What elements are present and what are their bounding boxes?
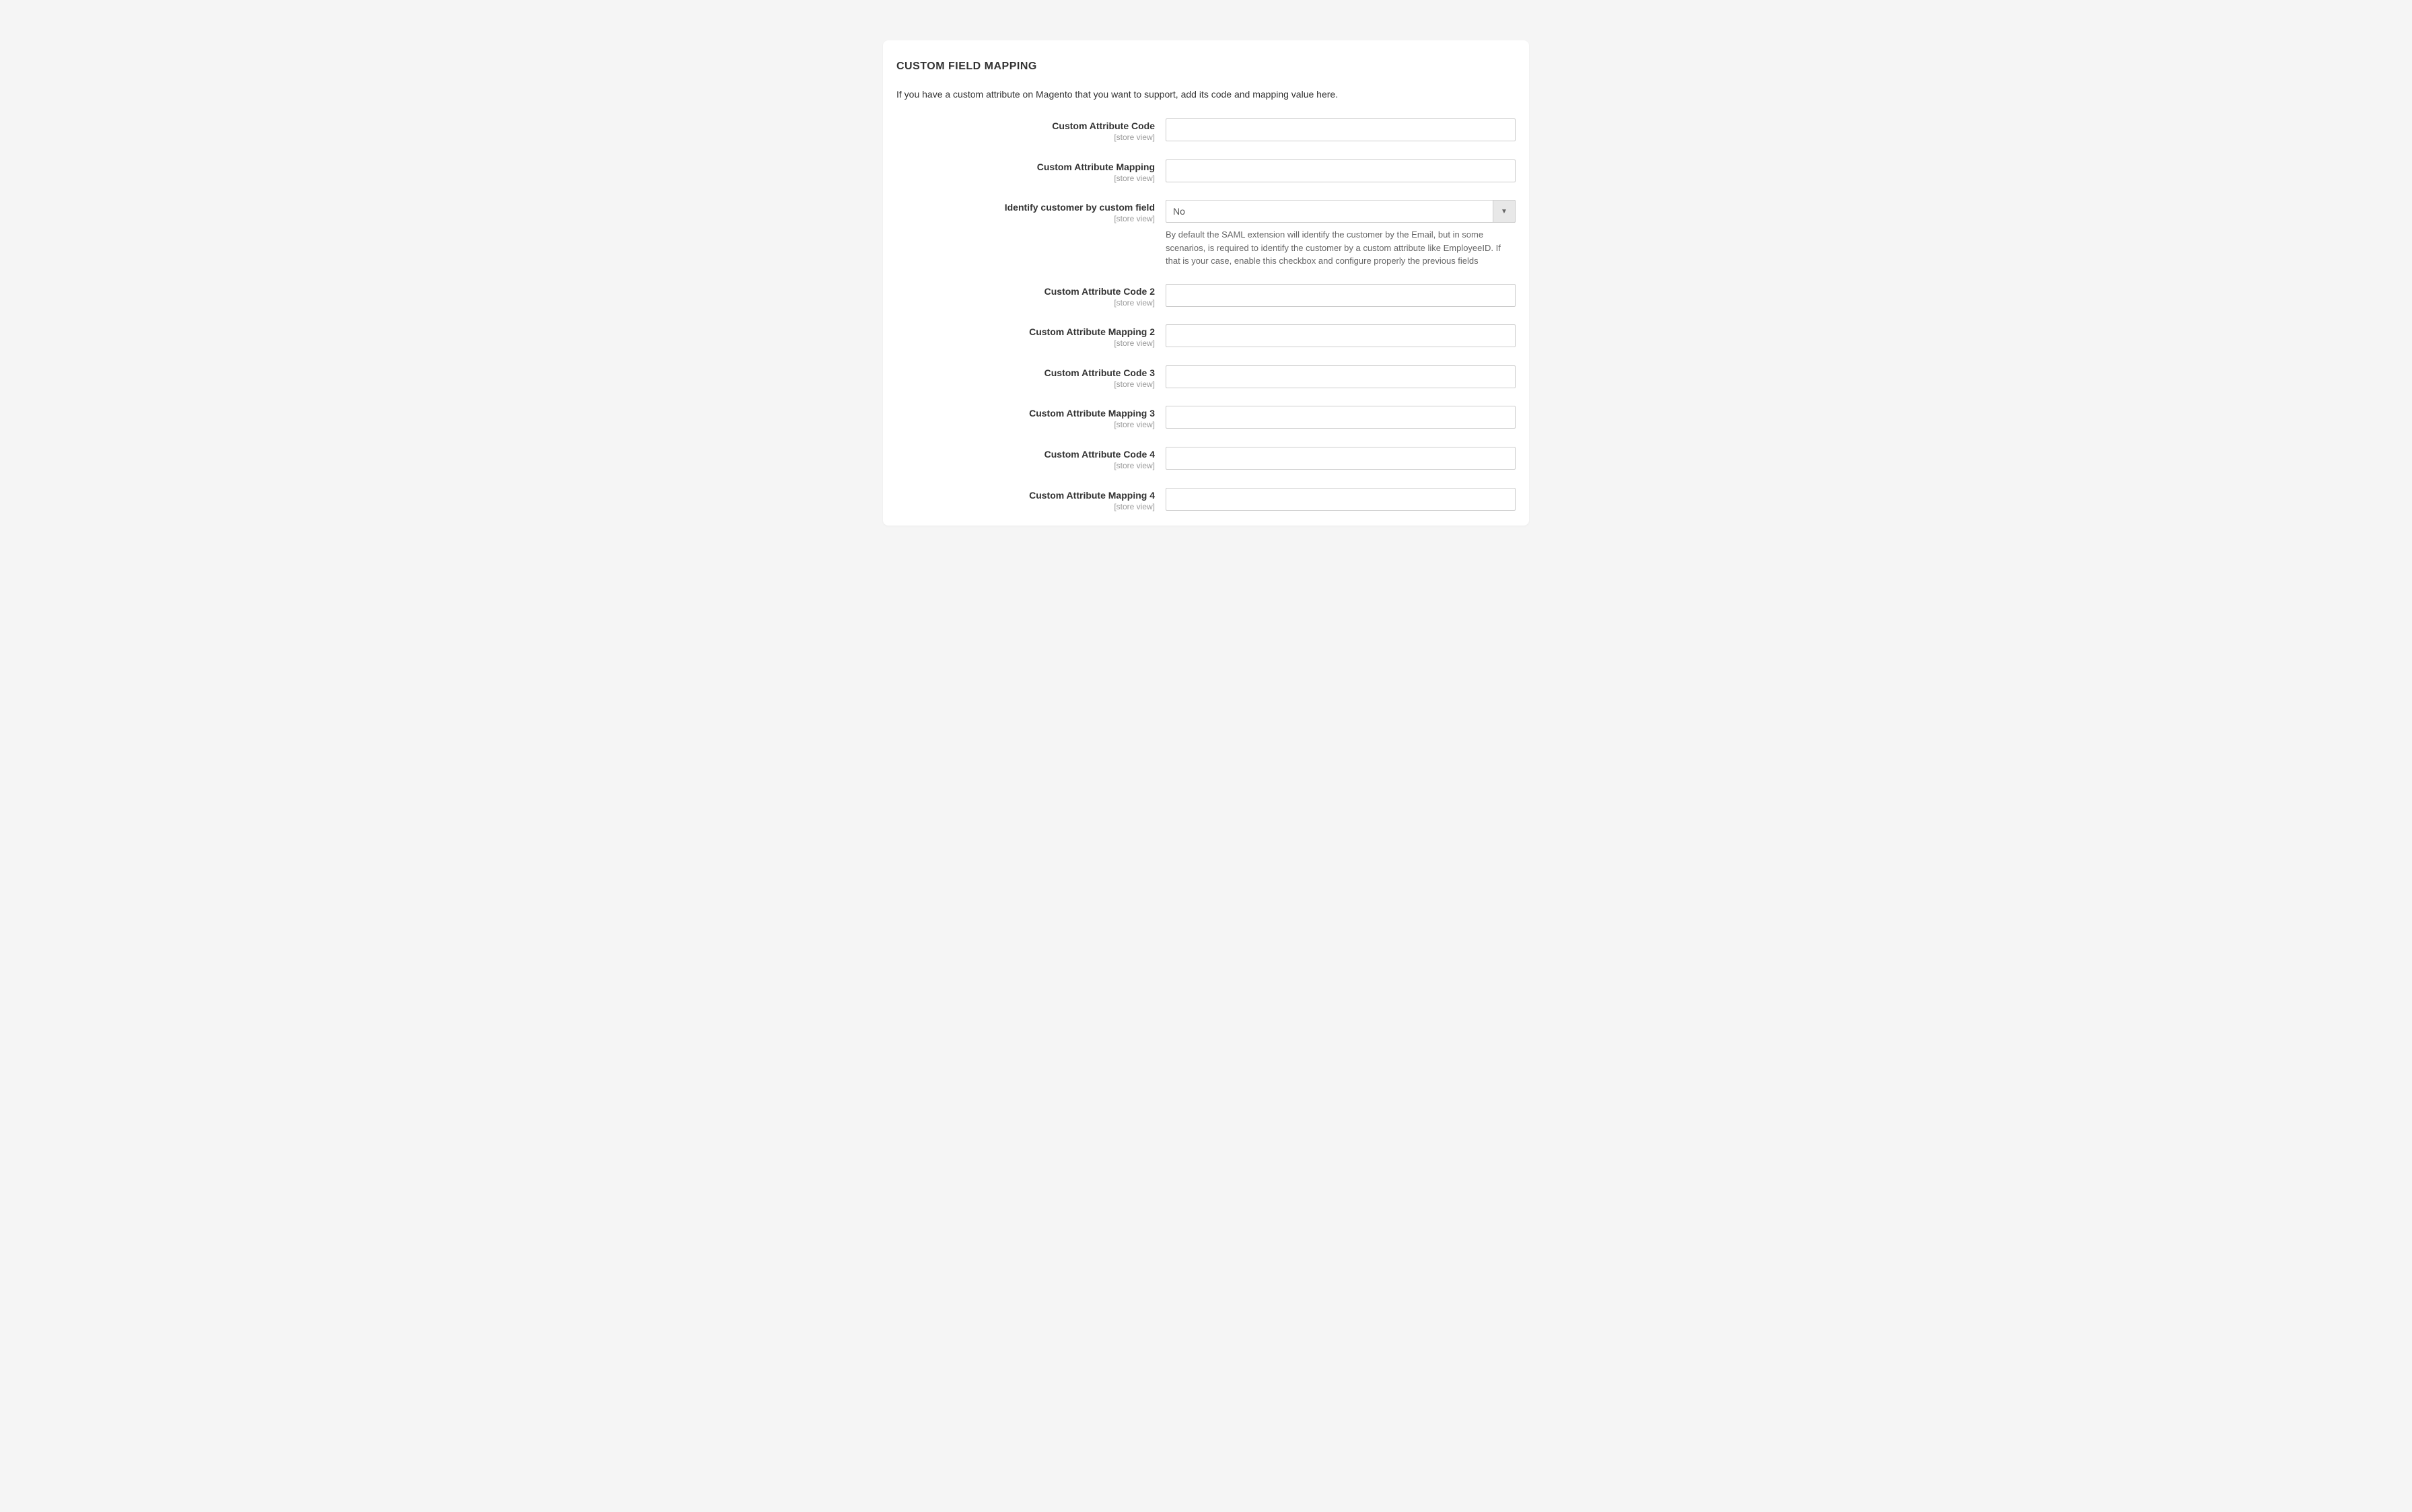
input-col bbox=[1166, 406, 1516, 429]
label-col: Custom Attribute Code 3 [store view] bbox=[896, 365, 1166, 390]
label-col: Custom Attribute Mapping 2 [store view] bbox=[896, 324, 1166, 349]
input-custom-attr-mapping[interactable] bbox=[1166, 159, 1516, 182]
row-custom-attr-mapping: Custom Attribute Mapping [store view] bbox=[896, 159, 1516, 184]
section-title: CUSTOM FIELD MAPPING bbox=[896, 61, 1516, 73]
row-identify-by-custom: Identify customer by custom field [store… bbox=[896, 200, 1516, 268]
label-custom-attr-code-4: Custom Attribute Code 4 bbox=[1044, 449, 1155, 460]
input-col bbox=[1166, 447, 1516, 470]
scope-label: [store view] bbox=[896, 174, 1155, 184]
select-wrapper: No ▼ bbox=[1166, 200, 1516, 223]
label-col: Identify customer by custom field [store… bbox=[896, 200, 1166, 225]
row-custom-attr-code-3: Custom Attribute Code 3 [store view] bbox=[896, 365, 1516, 390]
label-col: Custom Attribute Code 4 [store view] bbox=[896, 447, 1166, 472]
input-col bbox=[1166, 365, 1516, 388]
label-custom-attr-code-2: Custom Attribute Code 2 bbox=[1044, 286, 1155, 297]
input-custom-attr-code-4[interactable] bbox=[1166, 447, 1516, 470]
scope-label: [store view] bbox=[896, 133, 1155, 143]
scope-label: [store view] bbox=[896, 214, 1155, 225]
input-custom-attr-code[interactable] bbox=[1166, 118, 1516, 141]
scope-label: [store view] bbox=[896, 420, 1155, 431]
scope-label: [store view] bbox=[896, 502, 1155, 513]
input-col bbox=[1166, 118, 1516, 141]
input-custom-attr-code-2[interactable] bbox=[1166, 284, 1516, 307]
row-custom-attr-mapping-3: Custom Attribute Mapping 3 [store view] bbox=[896, 406, 1516, 431]
label-custom-attr-code: Custom Attribute Code bbox=[1052, 120, 1155, 131]
label-col: Custom Attribute Code 2 [store view] bbox=[896, 284, 1166, 309]
label-custom-attr-mapping-2: Custom Attribute Mapping 2 bbox=[1029, 326, 1155, 337]
input-col bbox=[1166, 488, 1516, 511]
input-col bbox=[1166, 284, 1516, 307]
row-custom-attr-code-2: Custom Attribute Code 2 [store view] bbox=[896, 284, 1516, 309]
input-custom-attr-mapping-2[interactable] bbox=[1166, 324, 1516, 347]
scope-label: [store view] bbox=[896, 338, 1155, 349]
input-custom-attr-mapping-3[interactable] bbox=[1166, 406, 1516, 429]
scope-label: [store view] bbox=[896, 298, 1155, 309]
label-custom-attr-mapping: Custom Attribute Mapping bbox=[1037, 161, 1155, 172]
input-col: No ▼ By default the SAML extension will … bbox=[1166, 200, 1516, 268]
help-identify-by-custom: By default the SAML extension will ident… bbox=[1166, 228, 1516, 268]
input-custom-attr-mapping-4[interactable] bbox=[1166, 488, 1516, 511]
label-col: Custom Attribute Mapping 3 [store view] bbox=[896, 406, 1166, 431]
label-custom-attr-mapping-3: Custom Attribute Mapping 3 bbox=[1029, 408, 1155, 419]
row-custom-attr-code-4: Custom Attribute Code 4 [store view] bbox=[896, 447, 1516, 472]
row-custom-attr-mapping-2: Custom Attribute Mapping 2 [store view] bbox=[896, 324, 1516, 349]
label-col: Custom Attribute Code [store view] bbox=[896, 118, 1166, 143]
scope-label: [store view] bbox=[896, 380, 1155, 390]
custom-field-mapping-section: CUSTOM FIELD MAPPING If you have a custo… bbox=[883, 40, 1529, 526]
label-custom-attr-code-3: Custom Attribute Code 3 bbox=[1044, 367, 1155, 378]
select-identify-by-custom[interactable]: No bbox=[1166, 200, 1516, 223]
scope-label: [store view] bbox=[896, 461, 1155, 472]
label-custom-attr-mapping-4: Custom Attribute Mapping 4 bbox=[1029, 490, 1155, 501]
input-col bbox=[1166, 159, 1516, 182]
row-custom-attr-code: Custom Attribute Code [store view] bbox=[896, 118, 1516, 143]
row-custom-attr-mapping-4: Custom Attribute Mapping 4 [store view] bbox=[896, 488, 1516, 513]
input-col bbox=[1166, 324, 1516, 347]
input-custom-attr-code-3[interactable] bbox=[1166, 365, 1516, 388]
label-col: Custom Attribute Mapping 4 [store view] bbox=[896, 488, 1166, 513]
section-description: If you have a custom attribute on Magent… bbox=[896, 89, 1516, 100]
label-col: Custom Attribute Mapping [store view] bbox=[896, 159, 1166, 184]
label-identify-by-custom: Identify customer by custom field bbox=[1005, 202, 1155, 213]
